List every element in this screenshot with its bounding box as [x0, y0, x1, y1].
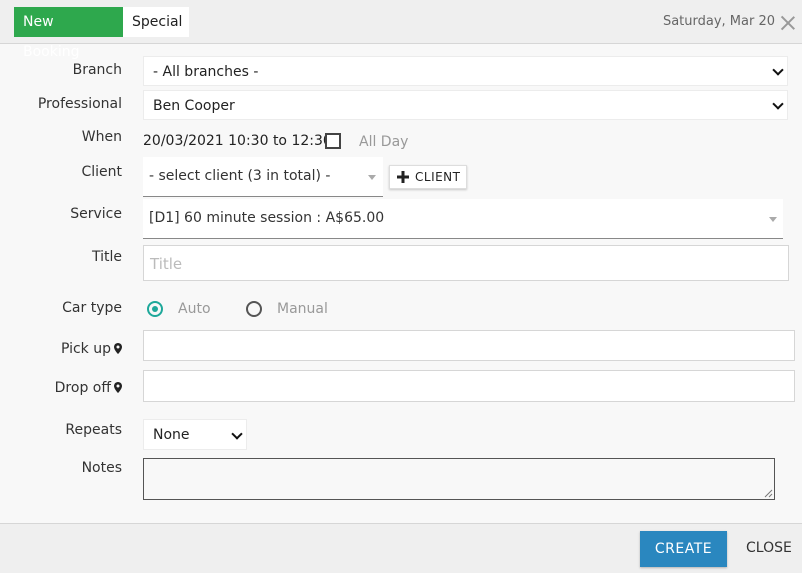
plus-icon	[397, 171, 409, 183]
branch-select-value: - All branches -	[153, 64, 259, 80]
service-label: Service	[70, 206, 122, 222]
caret-down-icon	[769, 217, 777, 222]
tab-special[interactable]: Special	[123, 7, 189, 37]
create-button[interactable]: CREATE	[640, 531, 727, 567]
when-value[interactable]: 20/03/2021 10:30 to 12:30	[143, 133, 332, 149]
add-client-button[interactable]: CLIENT	[389, 165, 467, 189]
chevron-down-icon	[773, 101, 781, 109]
notes-textarea[interactable]	[143, 458, 775, 500]
branch-label: Branch	[72, 62, 122, 78]
map-pin-icon	[114, 382, 122, 393]
drop-off-label: Drop off	[55, 380, 122, 396]
all-day-label: All Day	[359, 134, 409, 150]
car-type-manual-label: Manual	[277, 301, 328, 317]
professional-select[interactable]: Ben Cooper	[143, 90, 788, 120]
title-input[interactable]: Title	[143, 245, 789, 281]
client-label: Client	[81, 164, 122, 180]
service-select-value: [D1] 60 minute session : A$65.00	[149, 210, 385, 226]
caret-down-icon	[368, 175, 376, 180]
header-date: Saturday, Mar 20	[662, 14, 775, 29]
pick-up-label: Pick up	[61, 341, 122, 357]
drop-off-label-text: Drop off	[54, 380, 111, 396]
pick-up-label-text: Pick up	[60, 341, 111, 357]
pick-up-input[interactable]	[143, 330, 795, 361]
client-select[interactable]: - select client (3 in total) -	[143, 157, 383, 197]
add-client-label: CLIENT	[415, 170, 461, 184]
chevron-down-icon	[232, 431, 240, 439]
when-label: When	[81, 129, 122, 145]
car-type-manual-radio[interactable]	[246, 301, 262, 317]
car-type-auto-radio[interactable]	[147, 301, 163, 317]
chevron-down-icon	[773, 67, 781, 75]
client-select-value: - select client (3 in total) -	[149, 168, 331, 184]
car-type-label: Car type	[62, 300, 122, 316]
close-button[interactable]: CLOSE	[746, 540, 792, 556]
professional-select-value: Ben Cooper	[153, 98, 235, 114]
resize-handle-icon[interactable]	[764, 489, 773, 498]
map-pin-icon	[114, 343, 122, 354]
tab-new-booking[interactable]: New Booking	[14, 7, 123, 60]
branch-select[interactable]: - All branches -	[143, 56, 788, 86]
title-placeholder: Title	[150, 255, 183, 273]
repeats-select[interactable]: None	[143, 419, 247, 450]
modal-header: New Booking Special Saturday, Mar 20	[0, 0, 802, 60]
all-day-checkbox[interactable]	[325, 133, 341, 149]
service-select[interactable]: [D1] 60 minute session : A$65.00	[143, 199, 783, 239]
modal-footer: CREATE CLOSE	[0, 523, 802, 573]
notes-label: Notes	[81, 460, 122, 476]
title-label: Title	[91, 249, 122, 265]
car-type-auto-label: Auto	[178, 301, 211, 317]
repeats-label: Repeats	[65, 422, 122, 438]
close-icon[interactable]	[780, 15, 796, 31]
professional-label: Professional	[37, 96, 122, 112]
repeats-select-value: None	[153, 427, 190, 443]
drop-off-input[interactable]	[143, 370, 795, 402]
